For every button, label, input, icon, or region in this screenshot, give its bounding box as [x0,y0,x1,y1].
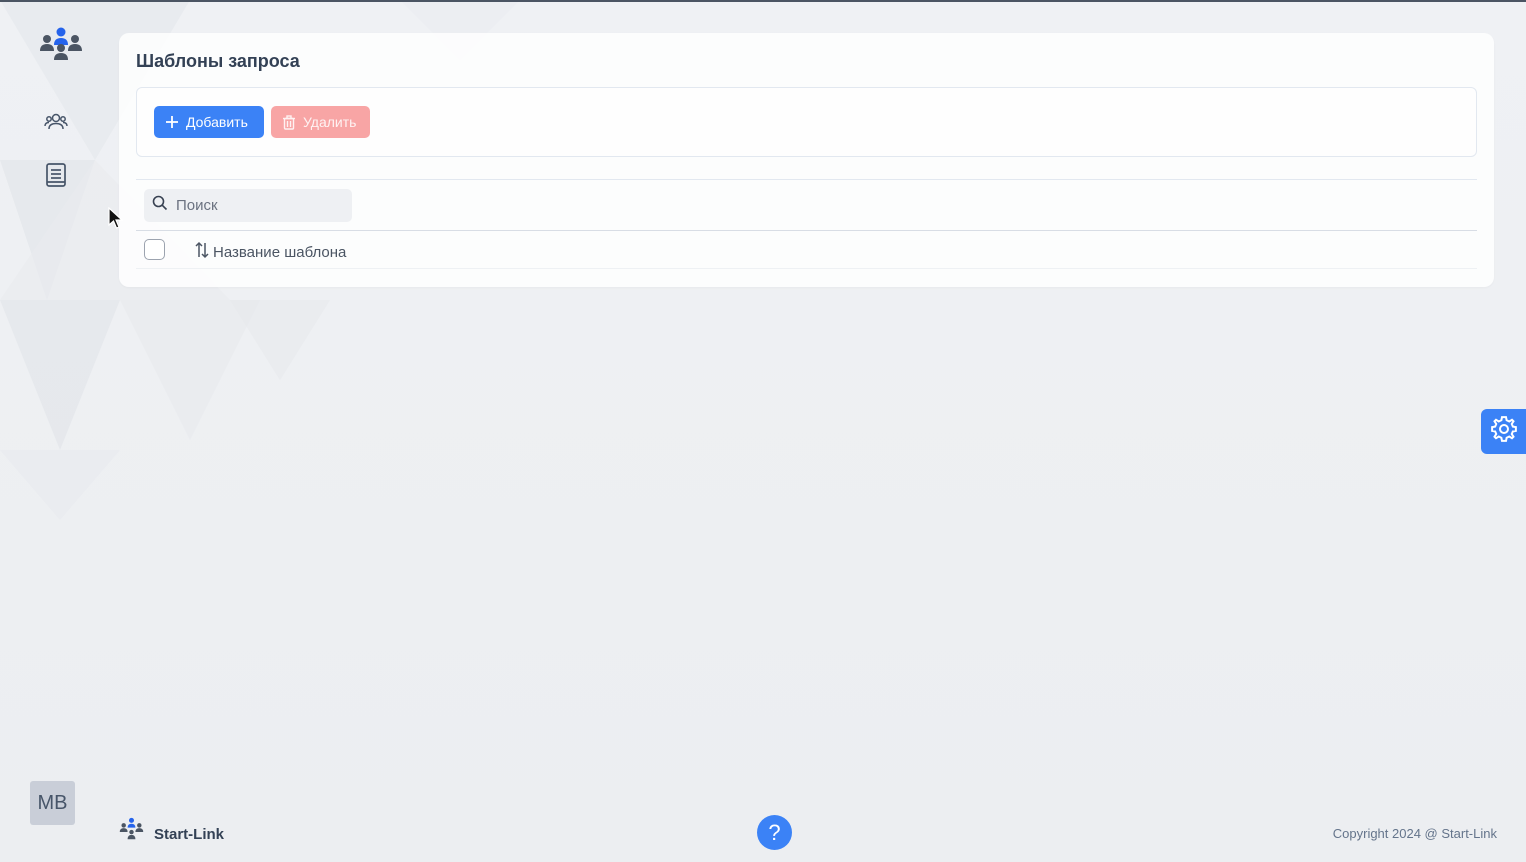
footer-brand: Start-Link [117,817,224,851]
avatar-initials: MB [37,791,68,814]
column-header-label: Название шаблона [213,243,347,261]
mouse-cursor-icon [108,206,124,236]
column-header-template-name[interactable]: Название шаблона [194,241,346,263]
sidebar-item-users[interactable] [36,104,76,144]
delete-button-label: Удалить [303,114,357,130]
page-title: Шаблоны запроса [136,51,300,71]
team-logo-icon[interactable] [35,26,87,66]
plus-icon [164,114,180,130]
help-button[interactable]: ? [757,815,792,850]
user-avatar[interactable]: MB [30,781,75,825]
search-icon [152,195,168,216]
search-box [144,189,352,222]
trash-icon [281,114,297,130]
divider [136,179,1477,180]
add-button-label: Добавить [186,114,248,130]
team-logo-icon [117,817,146,851]
sidebar: MB [0,0,112,862]
select-all-checkbox[interactable] [144,239,165,260]
search-input[interactable] [176,197,346,214]
window-top-border [0,0,1526,2]
delete-button[interactable]: Удалить [271,106,370,138]
gear-icon [1489,414,1519,449]
settings-button[interactable] [1481,409,1526,454]
toolbar: Добавить Удалить [136,87,1477,157]
sort-icon [194,241,210,263]
add-button[interactable]: Добавить [154,106,264,138]
copyright-text: Copyright 2024 @ Start-Link [1332,826,1497,841]
question-icon: ? [768,819,781,845]
document-icon [44,162,68,193]
main-card: Шаблоны запроса Добавить Удалить Поиск Н… [119,33,1494,287]
table-header-row: Название шаблона [136,231,1477,269]
footer-brand-name: Start-Link [154,825,225,843]
users-icon [44,110,68,139]
sidebar-item-documents[interactable] [36,157,76,197]
